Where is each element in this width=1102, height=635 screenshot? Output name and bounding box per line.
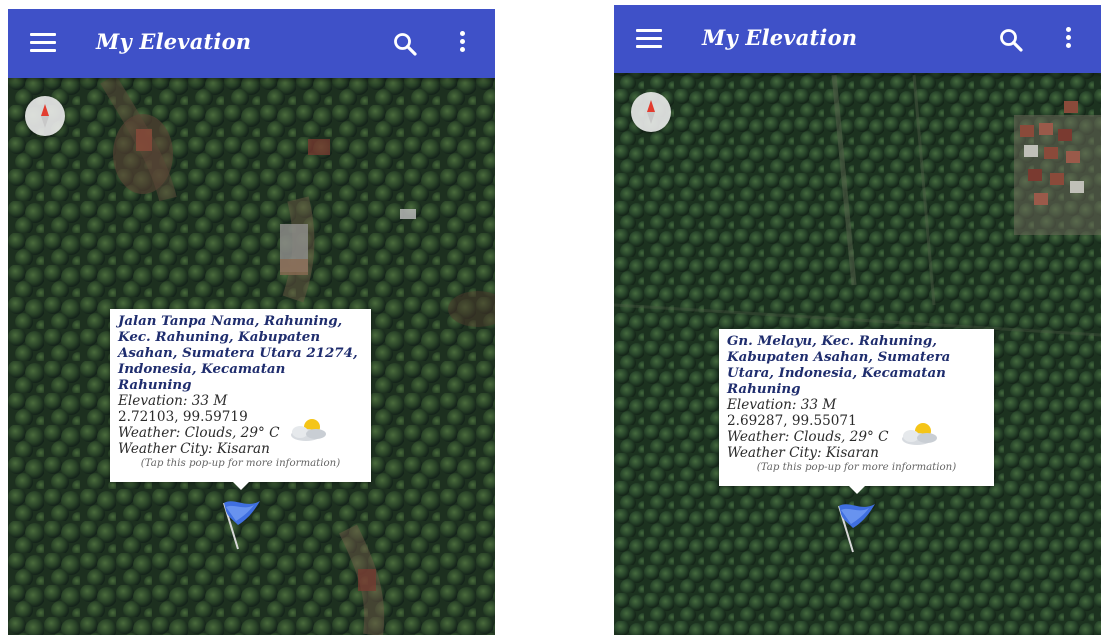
elevation-text: Elevation: 33 M	[118, 393, 228, 409]
partly-cloudy-icon	[291, 419, 326, 441]
app-title: My Elevation	[96, 29, 252, 54]
address-text: Jalan Tanpa Nama, Rahuning, Kec. Rahunin…	[118, 313, 358, 393]
partly-cloudy-icon	[902, 423, 937, 445]
address-text: Gn. Melayu, Kec. Rahuning, Kabupaten Asa…	[727, 333, 951, 397]
location-info-popup[interactable]: Jalan Tanpa Nama, Rahuning, Kec. Rahunin…	[110, 309, 371, 490]
tap-hint-text: (Tap this pop-up for more information)	[140, 458, 341, 469]
app-bar: My Elevation	[614, 5, 1101, 73]
app-title: My Elevation	[702, 25, 858, 50]
weather-row: Weather: Clouds, 29° C	[727, 423, 986, 445]
coordinates-text: 2.69287, 99.55071	[727, 413, 857, 429]
more-vertical-icon[interactable]	[1064, 27, 1072, 53]
weather-text: Weather: Clouds, 29° C	[118, 425, 280, 441]
blue-flag-icon[interactable]	[829, 498, 877, 554]
elevation-text: Elevation: 33 M	[727, 397, 837, 413]
tap-hint-text: (Tap this pop-up for more information)	[756, 462, 957, 473]
compass-icon[interactable]	[631, 92, 671, 132]
weather-city-text: Weather City: Kisaran	[727, 445, 879, 461]
weather-text: Weather: Clouds, 29° C	[727, 429, 889, 445]
compass-icon[interactable]	[25, 96, 65, 136]
hamburger-menu-icon[interactable]	[636, 29, 662, 49]
location-info-popup[interactable]: Gn. Melayu, Kec. Rahuning, Kabupaten Asa…	[719, 329, 994, 494]
hamburger-menu-icon[interactable]	[30, 33, 56, 53]
weather-row: Weather: Clouds, 29° C	[118, 419, 363, 441]
search-icon[interactable]	[998, 27, 1024, 53]
blue-flag-icon[interactable]	[214, 495, 262, 551]
more-vertical-icon[interactable]	[458, 31, 466, 57]
phone-screen-right: My Elevation Gn. Melayu, Kec. Rahuning, …	[614, 5, 1101, 635]
search-icon[interactable]	[392, 31, 418, 57]
app-bar: My Elevation	[8, 9, 495, 78]
phone-screen-left: My Elevation Jalan Tanpa Nama, Rahuning,…	[8, 9, 495, 635]
